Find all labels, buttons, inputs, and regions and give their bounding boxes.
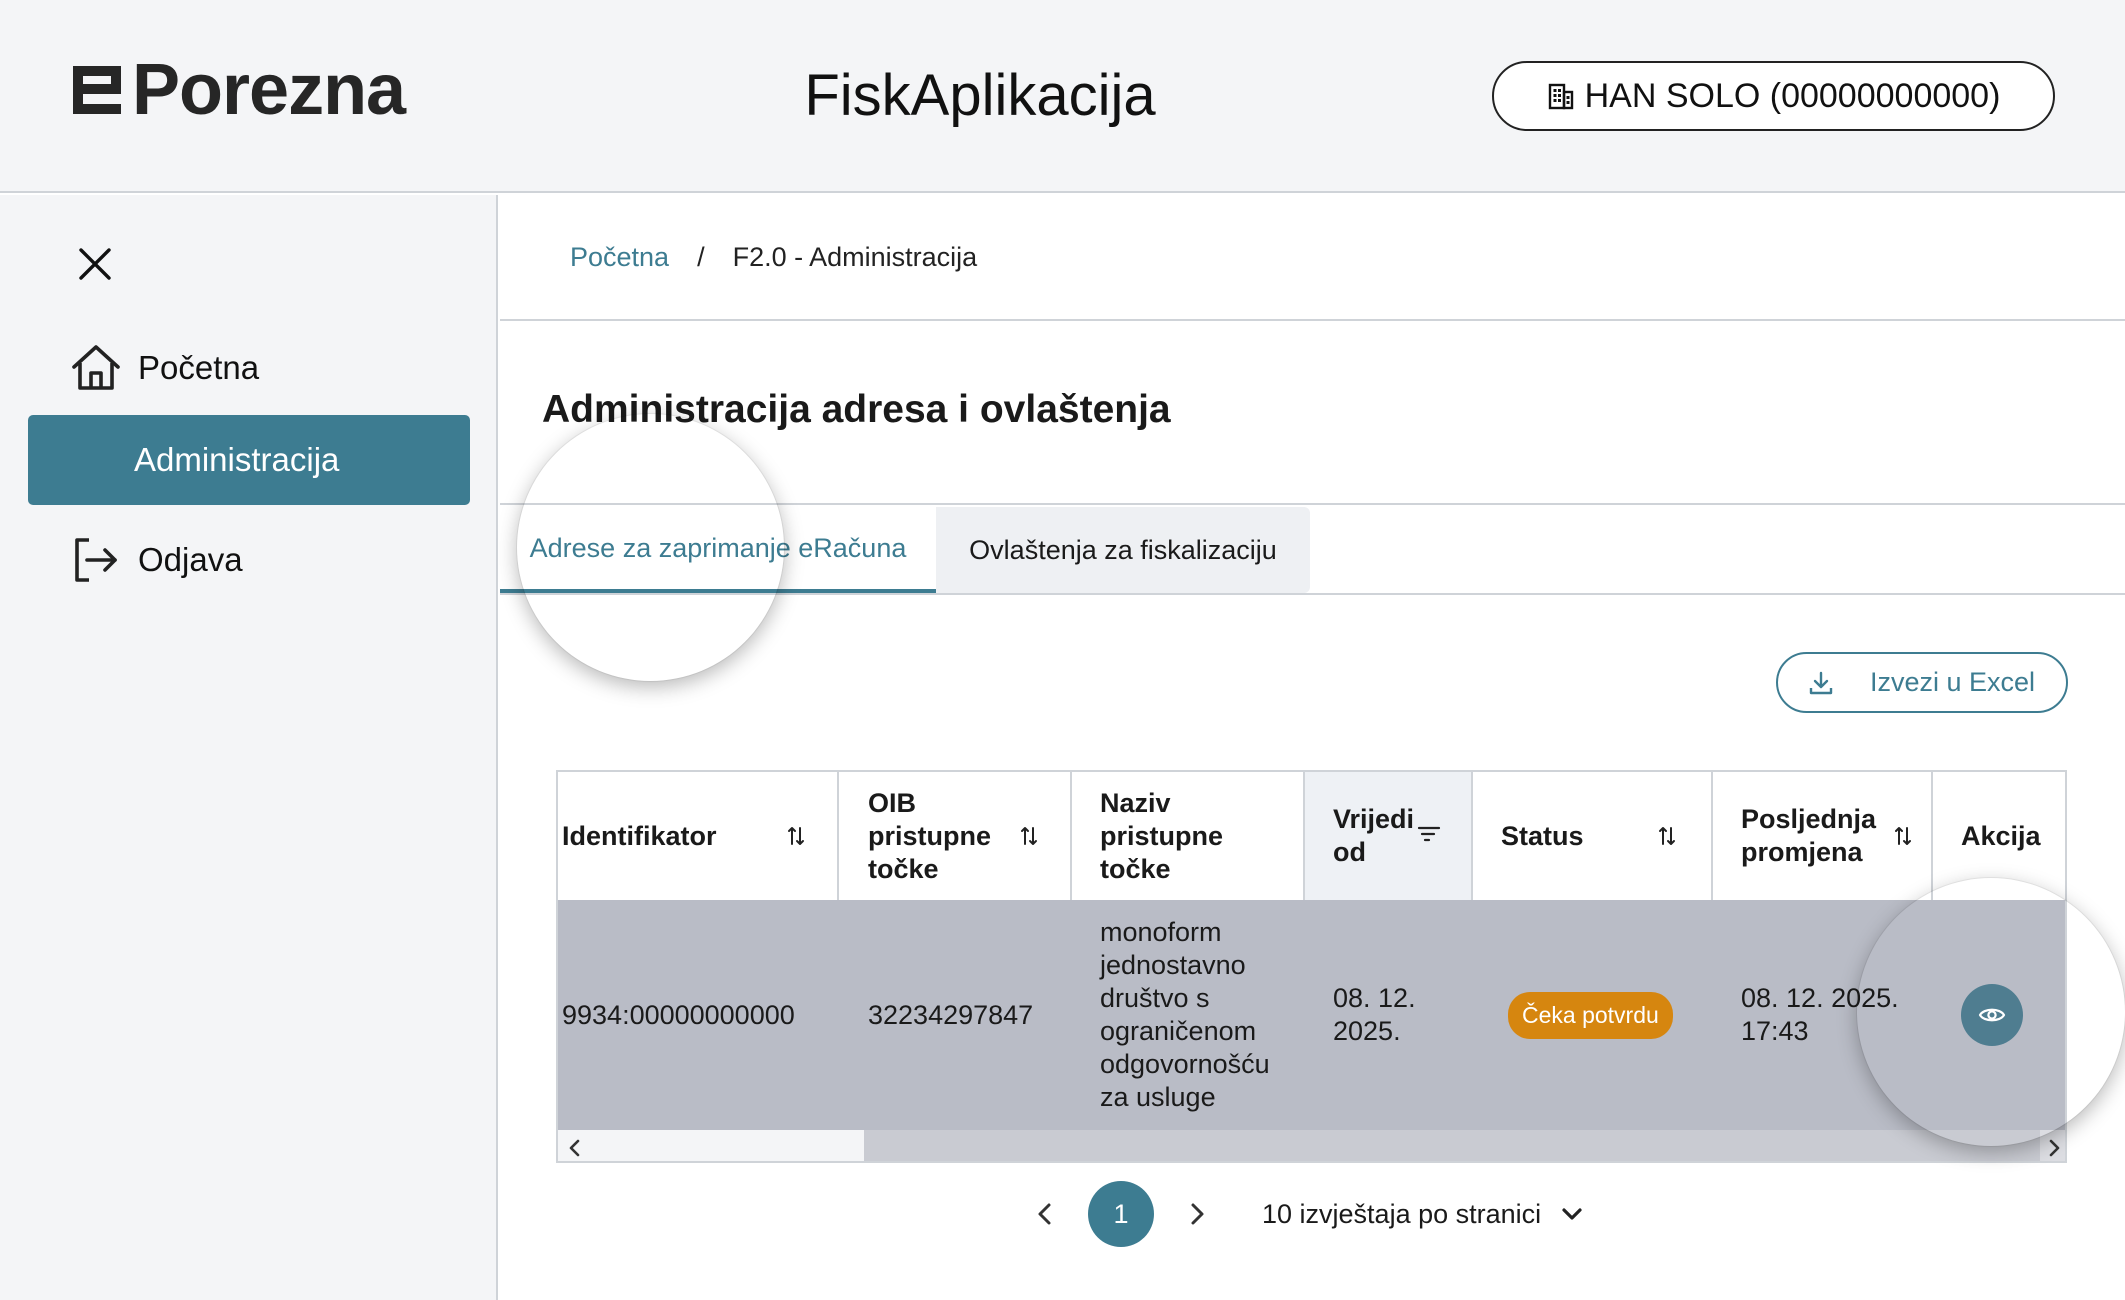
cell-identifikator: 9934:00000000000 (562, 999, 795, 1030)
column-header-posljednja-promjena[interactable]: Posljednja promjena (1713, 772, 1933, 900)
page-title: Administracija adresa i ovlaštenja (542, 388, 1171, 431)
table-header: Identifikator OIB pristupne točke Naziv … (558, 772, 2065, 900)
per-page-select[interactable]: 10 izvještaja po stranici (1262, 1199, 1587, 1230)
sidebar: Početna Administracija Odjava (0, 195, 498, 1300)
export-button-label: Izvezi u Excel (1870, 667, 2036, 697)
column-header-vrijedi-od[interactable]: Vrijedi od (1305, 772, 1473, 900)
table-row[interactable]: 9934:00000000000 32234297847 monoform je… (558, 900, 2065, 1130)
tab-ovlastenja[interactable]: Ovlaštenja za fiskalizaciju (936, 507, 1310, 593)
data-table: Identifikator OIB pristupne točke Naziv … (556, 770, 2067, 1163)
cell-naziv: monoform jednostavno društvo s ograničen… (1100, 917, 1270, 1112)
column-header-oib[interactable]: OIB pristupne točke (839, 772, 1072, 900)
column-header-akcija: Akcija (1933, 772, 2065, 900)
breadcrumb-current: F2.0 - Administracija (732, 241, 978, 272)
scrollbar-track[interactable] (558, 1130, 864, 1161)
user-badge[interactable]: HAN SOLO (00000000000) (1492, 61, 2055, 131)
user-badge-label: HAN SOLO (00000000000) (1584, 76, 2001, 115)
chevron-down-icon (1562, 1208, 1582, 1220)
column-header-naziv: Naziv pristupne točke (1072, 772, 1305, 900)
divider (500, 503, 2125, 505)
column-header-label: OIB pristupne točke (868, 787, 992, 884)
breadcrumb-home-link[interactable]: Početna (570, 242, 669, 273)
export-excel-button[interactable]: Izvezi u Excel (1776, 652, 2068, 713)
cell-status: Čeka potvrdu (1508, 900, 1713, 1130)
column-header-status[interactable]: Status (1473, 772, 1713, 900)
scrollbar-thumb[interactable] (864, 1130, 2040, 1161)
column-header-identifikator[interactable]: Identifikator (558, 772, 839, 900)
cell-vrijedi-od: 08. 12. 2025. (1333, 983, 1416, 1046)
column-header-label: Vrijedi od (1333, 804, 1415, 867)
tab-bar: Adrese za zaprimanje eRačuna Ovlaštenja … (500, 507, 1310, 593)
scroll-right-icon[interactable] (2045, 1138, 2063, 1158)
scroll-left-icon[interactable] (566, 1138, 584, 1158)
per-page-label: 10 izvještaja po stranici (1262, 1198, 1542, 1229)
horizontal-scrollbar[interactable] (558, 1130, 2065, 1161)
cell-akcija (1961, 900, 2061, 1130)
column-header-label: Akcija (1961, 820, 2041, 851)
close-icon[interactable] (78, 247, 112, 281)
column-header-label: Identifikator (562, 820, 717, 851)
sidebar-item-odjava[interactable]: Odjava (28, 515, 470, 605)
column-header-label: Naziv pristupne točke (1100, 787, 1224, 884)
download-icon (1809, 671, 1833, 694)
home-icon (72, 345, 120, 390)
sidebar-item-administracija[interactable]: Administracija (28, 415, 470, 505)
view-button[interactable] (1961, 984, 2023, 1046)
chevron-left-icon[interactable] (1030, 1199, 1060, 1229)
pagination: 1 10 izvještaja po stranici (1030, 1181, 1587, 1247)
breadcrumb: Početna / F2.0 - Administracija (500, 195, 2125, 321)
cell-posljednja-promjena: 08. 12. 2025. 17:43 (1741, 983, 1899, 1046)
building-icon (1548, 83, 1573, 110)
status-badge: Čeka potvrdu (1508, 991, 1673, 1039)
cell-oib: 32234297847 (868, 999, 1034, 1030)
sidebar-item-label: Odjava (138, 541, 243, 578)
chevron-right-icon[interactable] (1182, 1199, 1212, 1229)
sidebar-item-label: Početna (138, 349, 260, 386)
app-header: Porezna FiskAplikacija HAN SOLO (0000000… (0, 0, 2125, 193)
column-header-label: Posljednja promjena (1741, 804, 1877, 867)
tab-adrese-za-zaprimanje[interactable]: Adrese za zaprimanje eRačuna (500, 507, 936, 593)
sidebar-item-pocetna[interactable]: Početna (28, 323, 470, 413)
breadcrumb-separator: / (697, 241, 705, 272)
divider (500, 593, 2125, 595)
sidebar-item-label: Administracija (134, 441, 340, 478)
sort-icon[interactable] (1657, 824, 1677, 848)
column-header-label: Status (1501, 820, 1584, 851)
eye-icon (1978, 1008, 2006, 1022)
sort-descending-icon[interactable] (1417, 822, 1441, 846)
sort-icon[interactable] (786, 824, 806, 848)
sort-icon[interactable] (1893, 824, 1913, 848)
page-number-current[interactable]: 1 (1088, 1181, 1154, 1247)
logout-icon (75, 538, 117, 582)
sort-icon[interactable] (1019, 824, 1039, 848)
